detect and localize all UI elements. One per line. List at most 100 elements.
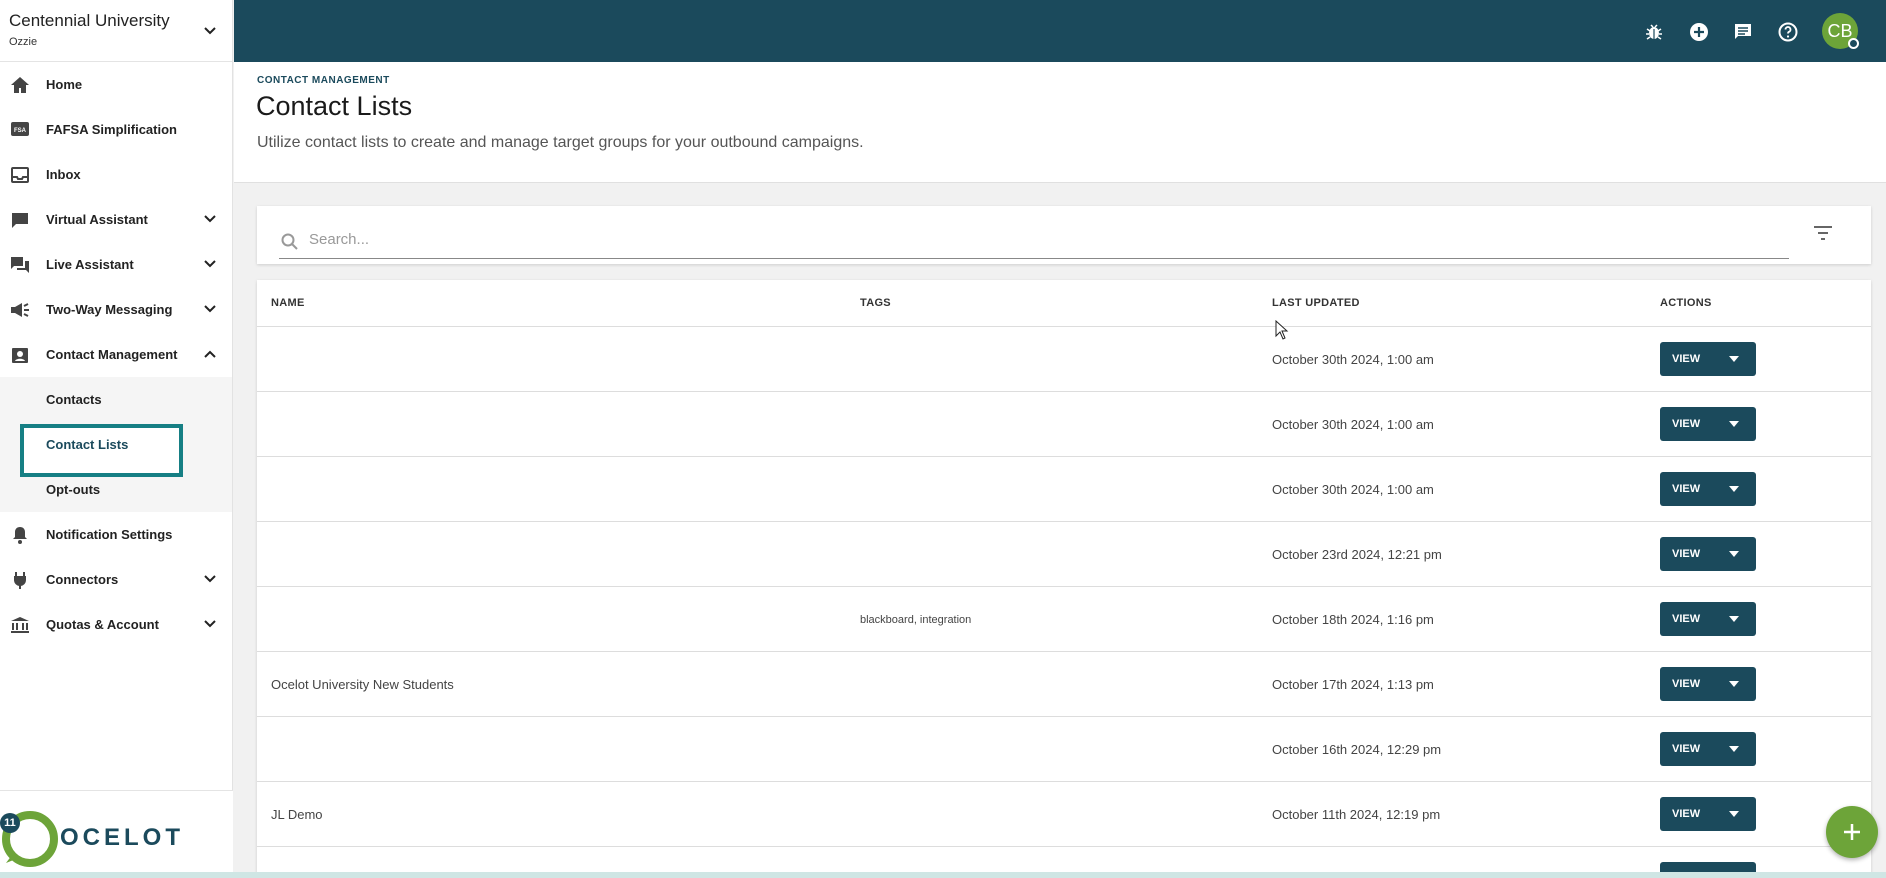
chevron-down-icon[interactable] [1714, 342, 1754, 376]
column-header-last-updated[interactable]: LAST UPDATED [1272, 297, 1360, 309]
sidebar-item-two-way-messaging[interactable]: Two-Way Messaging [0, 287, 232, 332]
help-icon[interactable] [1777, 21, 1799, 43]
sidebar-item-virtual-assistant[interactable]: Virtual Assistant [0, 197, 232, 242]
chevron-down-icon[interactable] [1714, 667, 1754, 701]
view-button[interactable]: VIEW [1672, 808, 1714, 820]
view-split-button[interactable]: VIEW [1660, 472, 1756, 506]
status-indicator [1848, 38, 1859, 49]
chevron-down-icon[interactable] [1714, 602, 1754, 636]
avatar-initials: CB [1827, 20, 1853, 41]
user-avatar[interactable]: CB [1822, 13, 1859, 49]
cell-last-updated: October 30th 2024, 1:00 am [1272, 482, 1434, 497]
notification-count-badge[interactable]: 11 [0, 813, 20, 833]
sidebar-subitem-label: Contact Lists [46, 437, 129, 452]
table-row[interactable]: Ocelot University New Students October 17… [257, 652, 1871, 717]
chevron-down-icon[interactable] [204, 616, 216, 631]
sidebar-item-live-assistant[interactable]: Live Assistant [0, 242, 232, 287]
table-row[interactable]: October 23rd 2024, 12:21 pm VIEW [257, 522, 1871, 587]
chevron-down-icon[interactable] [1714, 797, 1754, 831]
chevron-down-icon[interactable] [204, 256, 216, 271]
view-button[interactable]: VIEW [1672, 483, 1714, 495]
add-contact-list-button[interactable] [1826, 806, 1878, 858]
filter-icon[interactable] [1813, 226, 1833, 245]
top-bar [234, 0, 1886, 62]
sidebar-item-fafsa[interactable]: FSA FAFSA Simplification [0, 107, 232, 152]
view-button[interactable]: VIEW [1672, 613, 1714, 625]
view-split-button[interactable]: VIEW [1660, 732, 1756, 766]
sidebar-item-label: Inbox [46, 167, 81, 182]
svg-text:FSA: FSA [14, 128, 27, 134]
view-button[interactable]: VIEW [1672, 548, 1714, 560]
bank-icon [10, 615, 30, 635]
chevron-down-icon[interactable] [204, 571, 216, 586]
mouse-cursor-icon [1275, 319, 1289, 345]
column-header-actions: ACTIONS [1660, 297, 1712, 309]
view-split-button[interactable]: VIEW [1660, 797, 1756, 831]
org-user: Ozzie [9, 36, 38, 48]
sidebar-item-inbox[interactable]: Inbox [0, 152, 232, 197]
cell-last-updated: October 30th 2024, 1:00 am [1272, 352, 1434, 367]
sidebar-item-connectors[interactable]: Connectors [0, 557, 232, 602]
table-row[interactable]: blackboard, integration October 18th 2024… [257, 587, 1871, 652]
chevron-down-icon[interactable] [1714, 537, 1754, 571]
chevron-up-icon[interactable] [204, 346, 216, 361]
chevron-down-icon[interactable] [204, 301, 216, 316]
view-button[interactable]: VIEW [1672, 743, 1714, 755]
chevron-down-icon[interactable] [1714, 472, 1754, 506]
cell-last-updated: October 30th 2024, 1:00 am [1272, 417, 1434, 432]
cell-last-updated: October 17th 2024, 1:13 pm [1272, 677, 1434, 692]
sidebar-item-label: Contact Management [46, 347, 178, 362]
sidebar-item-contact-management[interactable]: Contact Management [0, 332, 232, 377]
view-split-button[interactable]: VIEW [1660, 537, 1756, 571]
sidebar-item-notification-settings[interactable]: Notification Settings [0, 512, 232, 557]
chevron-down-icon[interactable] [204, 211, 216, 226]
add-circle-icon[interactable] [1688, 21, 1710, 43]
view-split-button[interactable]: VIEW [1660, 602, 1756, 636]
table-row[interactable]: October 30th 2024, 1:00 am VIEW [257, 392, 1871, 457]
view-button[interactable]: VIEW [1672, 418, 1714, 430]
ocelot-logo-wordmark: OCELOT [60, 824, 184, 851]
view-split-button[interactable]: VIEW [1660, 342, 1756, 376]
fafsa-icon: FSA [10, 120, 30, 140]
cell-last-updated: October 18th 2024, 1:16 pm [1272, 612, 1434, 627]
megaphone-icon [10, 300, 30, 320]
bug-icon[interactable] [1643, 21, 1665, 43]
sidebar-item-home[interactable]: Home [0, 62, 232, 107]
plus-icon [1844, 824, 1860, 840]
sidebar: Centennial University Ozzie Home FSA FAF… [0, 0, 233, 878]
cell-last-updated: October 11th 2024, 12:19 pm [1272, 807, 1441, 822]
inbox-icon [10, 165, 30, 185]
chat-bubble-icon [10, 210, 30, 230]
view-button[interactable]: VIEW [1672, 353, 1714, 365]
contact-lists-table: NAME TAGS LAST UPDATED ACTIONS October 3… [257, 280, 1871, 878]
view-button[interactable]: VIEW [1672, 678, 1714, 690]
column-header-name[interactable]: NAME [271, 297, 305, 309]
search-input[interactable] [309, 229, 1779, 249]
breadcrumb[interactable]: CONTACT MANAGEMENT [257, 75, 390, 86]
sidebar-item-label: Notification Settings [46, 527, 173, 542]
chevron-down-icon[interactable] [1714, 732, 1754, 766]
table-row[interactable]: JL Demo October 11th 2024, 12:19 pm VIEW [257, 782, 1871, 847]
contact-card-icon [10, 345, 30, 365]
chevron-down-icon[interactable] [1714, 407, 1754, 441]
page-subtitle: Utilize contact lists to create and mana… [257, 134, 864, 151]
sidebar-subitem-contacts[interactable]: Contacts [0, 377, 232, 422]
table-body: October 30th 2024, 1:00 am VIEW October 30… [257, 327, 1871, 878]
org-switcher[interactable]: Centennial University Ozzie [0, 0, 232, 62]
chevron-down-icon[interactable] [204, 22, 216, 40]
cell-tags: blackboard, integration [860, 614, 972, 626]
forum-icon [10, 255, 30, 275]
cell-name: Ocelot University New Students [271, 677, 454, 692]
sidebar-item-label: Quotas & Account [46, 617, 159, 632]
table-row[interactable]: October 30th 2024, 1:00 am VIEW [257, 457, 1871, 522]
table-row[interactable]: October 30th 2024, 1:00 am VIEW [257, 327, 1871, 392]
view-split-button[interactable]: VIEW [1660, 407, 1756, 441]
bottom-strip [0, 872, 1886, 878]
column-header-tags[interactable]: TAGS [860, 297, 891, 309]
message-icon[interactable] [1732, 21, 1754, 43]
view-split-button[interactable]: VIEW [1660, 667, 1756, 701]
sidebar-item-quotas-account[interactable]: Quotas & Account [0, 602, 232, 647]
table-row[interactable]: October 16th 2024, 12:29 pm VIEW [257, 717, 1871, 782]
sidebar-subitem-contact-lists[interactable]: Contact Lists [0, 422, 232, 477]
bell-icon [10, 525, 30, 545]
